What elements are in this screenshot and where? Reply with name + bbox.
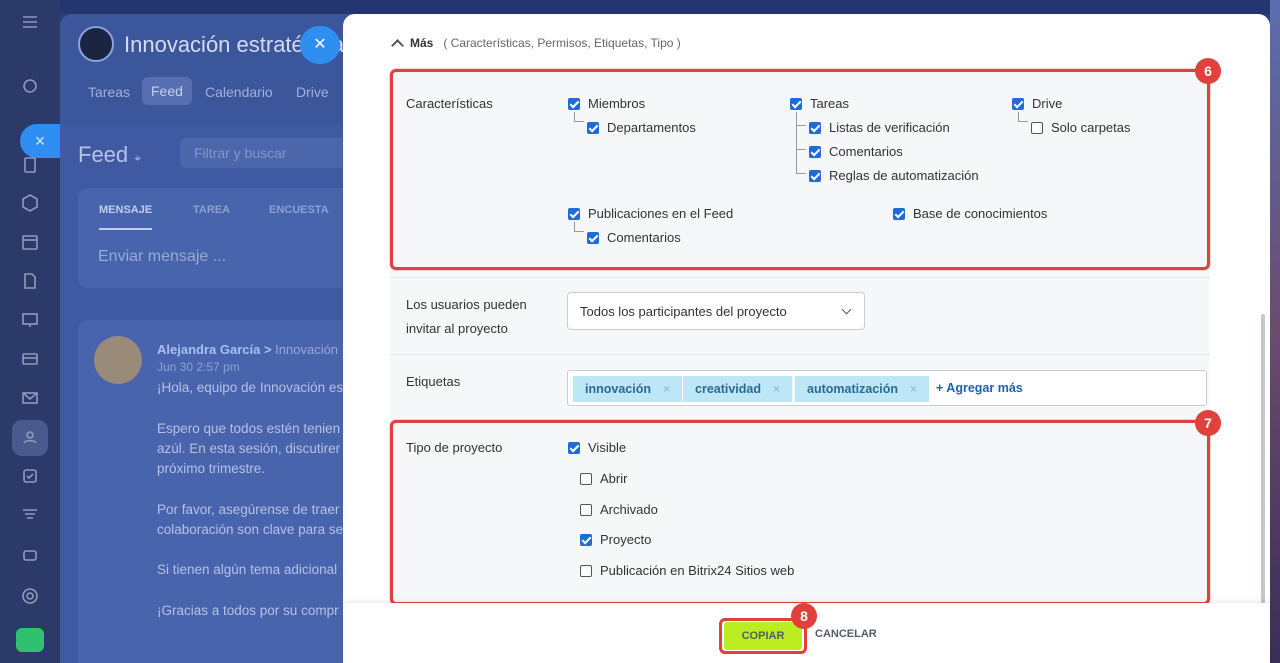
group-icon[interactable] <box>19 427 41 449</box>
tab-tarea[interactable]: TAREA <box>193 204 230 216</box>
remove-tag-icon[interactable]: × <box>773 382 780 396</box>
post-date: Jun 30 2:57 pm <box>157 360 240 374</box>
gear-icon[interactable] <box>19 586 41 608</box>
tab-feed[interactable]: Feed <box>142 77 192 105</box>
step-badge: 6 <box>1195 58 1221 84</box>
tag-text: creatividad <box>695 382 762 396</box>
avatar[interactable] <box>94 336 142 384</box>
top-bar <box>60 0 1270 14</box>
tab-encuesta[interactable]: ENCUESTA <box>269 204 329 216</box>
composer-placeholder[interactable]: Enviar mensaje ... <box>98 248 226 266</box>
author-name[interactable]: Alejandra García <box>157 342 260 357</box>
pin-icon[interactable]: ⌖ <box>134 151 141 165</box>
highlight-features <box>390 69 1210 270</box>
funnel-icon[interactable] <box>19 505 41 527</box>
message-composer[interactable]: MENSAJE TAREA ENCUESTA Enviar mensaje ..… <box>78 188 360 288</box>
document-icon[interactable] <box>19 155 41 177</box>
menu-icon[interactable] <box>19 12 41 34</box>
invite-label-line1: Los usuarios pueden <box>406 297 527 312</box>
feed-title: Feed ⌖ <box>78 142 141 168</box>
card-icon[interactable] <box>19 349 41 371</box>
board-icon[interactable] <box>19 310 41 332</box>
rocket-icon[interactable] <box>16 628 44 652</box>
robot-icon[interactable] <box>19 544 41 566</box>
post-project[interactable]: Innovación <box>275 342 338 357</box>
post-line: ¡Gracias a todos por su compr <box>157 603 339 618</box>
copy-project-dialog: Más ( Características, Permisos, Etiquet… <box>343 14 1270 663</box>
tag-text: automatización <box>807 382 898 396</box>
post-line: Si tienen algún tema adicional <box>157 562 338 577</box>
tab-tareas[interactable]: Tareas <box>88 84 130 100</box>
background-edge <box>1270 0 1280 663</box>
calendar-icon[interactable] <box>19 232 41 254</box>
add-more-tags-link[interactable]: + Agregar más <box>936 381 1023 395</box>
mail-icon[interactable] <box>19 388 41 410</box>
tab-calendario[interactable]: Calendario <box>205 84 273 100</box>
post-author[interactable]: Alejandra García > Innovación <box>157 342 338 357</box>
tag-chip[interactable]: automatización × <box>795 376 930 402</box>
close-icon[interactable]: ✕ <box>300 26 340 64</box>
feed-title-text: Feed <box>78 142 129 167</box>
post-line: Espero que todos estén tenien <box>157 421 341 436</box>
tag-text: innovación <box>585 382 651 396</box>
background-project-page: Innovación estratégica ✕ Tareas Feed Cal… <box>60 14 360 663</box>
invite-select-value[interactable]: Todos los participantes del proyecto <box>580 304 787 319</box>
remove-tag-icon[interactable]: × <box>910 382 917 396</box>
invite-label-line2: invitar al proyecto <box>406 321 508 336</box>
tab-mensaje[interactable]: MENSAJE <box>99 204 153 230</box>
chevron-down-icon[interactable] <box>841 304 852 315</box>
highlight-project-type <box>390 420 1210 605</box>
scrollbar[interactable] <box>1261 314 1265 614</box>
post-line: próximo trimestre. <box>157 461 266 476</box>
puzzle-icon[interactable] <box>19 76 41 98</box>
feed-post: Alejandra García > Innovación Jun 30 2:5… <box>78 320 360 663</box>
project-avatar <box>78 26 114 62</box>
rail-close-icon[interactable]: × <box>20 124 60 158</box>
invite-permission-select[interactable]: Todos los participantes del proyecto <box>567 292 865 330</box>
project-header: Innovación estratégica ✕ Tareas Feed Cal… <box>60 14 360 124</box>
post-line: colaboración son clave para se <box>157 522 344 537</box>
tags-input[interactable]: innovación × creatividad × automatización ×… <box>567 370 1207 406</box>
divider <box>390 354 1210 355</box>
left-rail: × <box>0 0 60 663</box>
hexagon-icon[interactable] <box>19 193 41 215</box>
tag-chip[interactable]: innovación × <box>573 376 682 402</box>
more-label[interactable]: Más <box>410 36 433 50</box>
remove-tag-icon[interactable]: × <box>663 382 670 396</box>
chevron-up-icon[interactable] <box>391 38 404 52</box>
more-section-toggle[interactable]: Más ( Características, Permisos, Etiquet… <box>391 36 681 52</box>
post-line: azúl. En esta sesión, discutirer <box>157 441 341 456</box>
divider <box>390 277 1210 278</box>
post-line: ¡Hola, equipo de Innovación es <box>157 380 344 395</box>
post-line: Por favor, asegúrense de traer <box>157 502 340 517</box>
cancel-button[interactable]: CANCELAR <box>815 628 877 640</box>
tab-drive[interactable]: Drive <box>296 84 329 100</box>
copy-button[interactable]: COPIAR <box>724 622 802 650</box>
more-sublabel: ( Características, Permisos, Etiquetas, … <box>443 36 681 50</box>
tags-label: Etiquetas <box>406 374 461 389</box>
tag-chip[interactable]: creatividad × <box>683 376 793 402</box>
step-badge: 7 <box>1195 410 1221 436</box>
checkbox-icon[interactable] <box>19 466 41 488</box>
filter-input[interactable]: Filtrar y buscar <box>180 138 360 168</box>
file-icon[interactable] <box>19 271 41 293</box>
step-badge: 8 <box>791 603 817 629</box>
